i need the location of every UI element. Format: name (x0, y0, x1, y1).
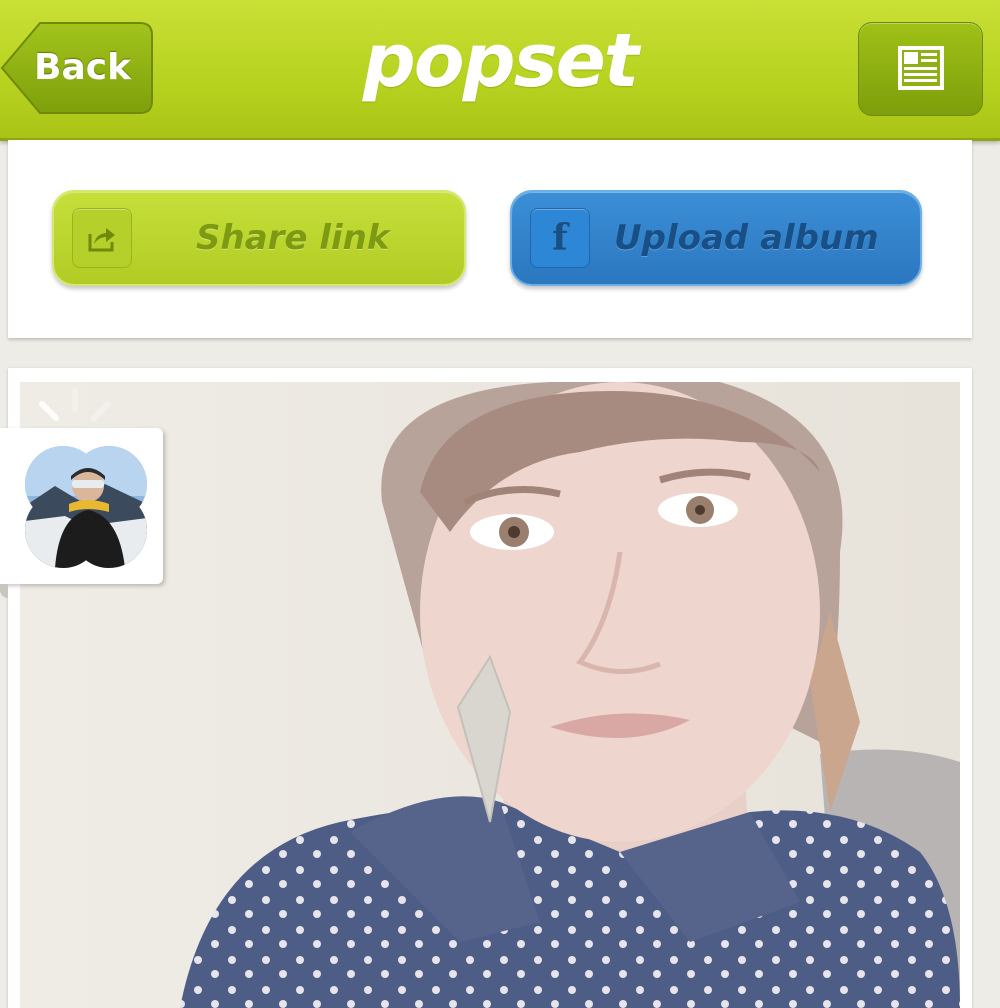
newspaper-icon (898, 46, 944, 90)
share-link-label: Share link (196, 218, 390, 258)
news-feed-button[interactable] (858, 22, 983, 116)
share-link-button[interactable]: Share link (52, 190, 466, 286)
upload-album-label: Upload album (614, 218, 879, 258)
tab-fold-corner (0, 584, 8, 598)
avatar (25, 446, 147, 568)
top-bar: Back popset (0, 0, 1000, 141)
user-avatar-tab[interactable] (0, 428, 163, 598)
facebook-icon: f (552, 217, 568, 259)
upload-album-button[interactable]: f Upload album (510, 190, 922, 286)
facebook-icon-box: f (530, 208, 590, 268)
brand-logo: popset (362, 18, 639, 104)
share-panel: Share link f Upload album (8, 140, 972, 338)
share-icon-box (72, 208, 132, 268)
share-arrow-icon (88, 228, 115, 252)
